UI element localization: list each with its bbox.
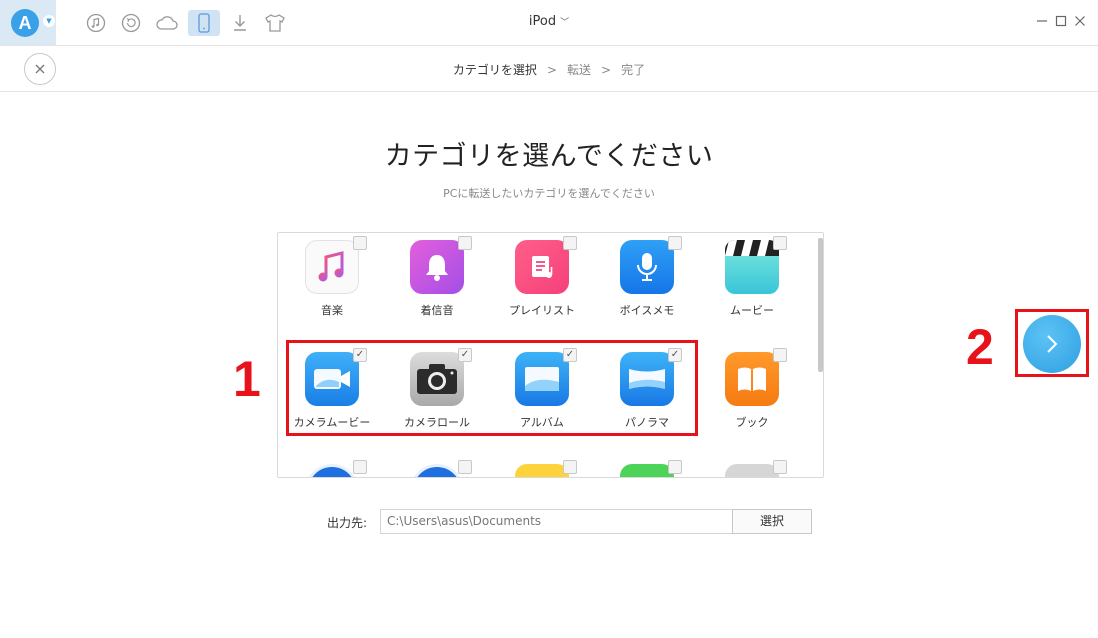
checkbox[interactable] [353,460,367,474]
category-playlist[interactable]: プレイリスト [487,232,587,332]
clapperboard-icon [725,240,779,294]
device-name: iPod [528,14,557,29]
checkbox[interactable] [668,236,682,250]
maximize-icon[interactable] [1054,14,1068,28]
checkbox[interactable] [773,236,787,250]
checkbox[interactable] [773,460,787,474]
step-separator: > [601,63,612,77]
breadcrumb: カテゴリを選択 > 転送 > 完了 [0,61,1098,78]
output-path-field[interactable]: C:\Users\asus\Documents [380,509,732,534]
checkbox[interactable] [458,236,472,250]
select-folder-button[interactable]: 選択 [732,509,812,534]
bell-icon [410,240,464,294]
music-note-icon [305,240,359,294]
checkbox[interactable] [458,460,472,474]
category-label: ボイスメモ [619,304,675,317]
category-label: ムービー [730,304,774,317]
category-book[interactable]: ブック [697,344,797,444]
category-ringtone[interactable]: 着信音 [382,232,482,332]
page-title: カテゴリを選んでください [384,141,714,172]
checkbox[interactable] [353,236,367,250]
category-music[interactable]: 音楽 [277,232,377,332]
annotation-number-1: 1 [233,351,261,407]
page-subtitle: PCに転送したいカテゴリを選んでください [443,187,655,200]
book-icon [725,352,779,406]
top-toolbar: A ▼ iPod ﹀ [0,0,1098,46]
step-separator: > [546,63,557,77]
playlist-icon [515,240,569,294]
step-complete: 完了 [621,63,646,77]
category-label: 音楽 [321,304,343,317]
device-selector[interactable]: iPod ﹀ [0,14,1098,29]
checkbox[interactable] [563,236,577,250]
safari-icon [305,464,359,477]
window-close-icon[interactable] [1073,14,1087,28]
annotation-number-2: 2 [966,319,994,375]
annotation-box-2 [1015,309,1089,377]
scrollbar[interactable] [818,238,823,372]
minimize-icon[interactable] [1035,14,1049,28]
chevron-down-icon: ﹀ [560,18,570,28]
step-bar: カテゴリを選択 > 転送 > 完了 [0,46,1098,92]
step-select-category: カテゴリを選択 [452,63,537,77]
contacts-icon [725,464,779,477]
category-label: ブック [735,416,769,429]
annotation-box-1 [286,340,698,436]
category-movie[interactable]: ムービー [697,232,797,332]
category-label: プレイリスト [509,304,575,317]
checkbox[interactable] [563,460,577,474]
category-voice-memo[interactable]: ボイスメモ [592,232,692,332]
messages-icon [620,464,674,477]
microphone-icon [620,240,674,294]
step-transfer: 転送 [566,63,591,77]
output-label: 出力先: [327,516,368,530]
safari-icon [410,464,464,477]
checkbox[interactable] [773,348,787,362]
notes-icon [515,464,569,477]
checkbox[interactable] [668,460,682,474]
category-label: 着信音 [420,304,454,317]
category-row-partial [278,456,818,477]
